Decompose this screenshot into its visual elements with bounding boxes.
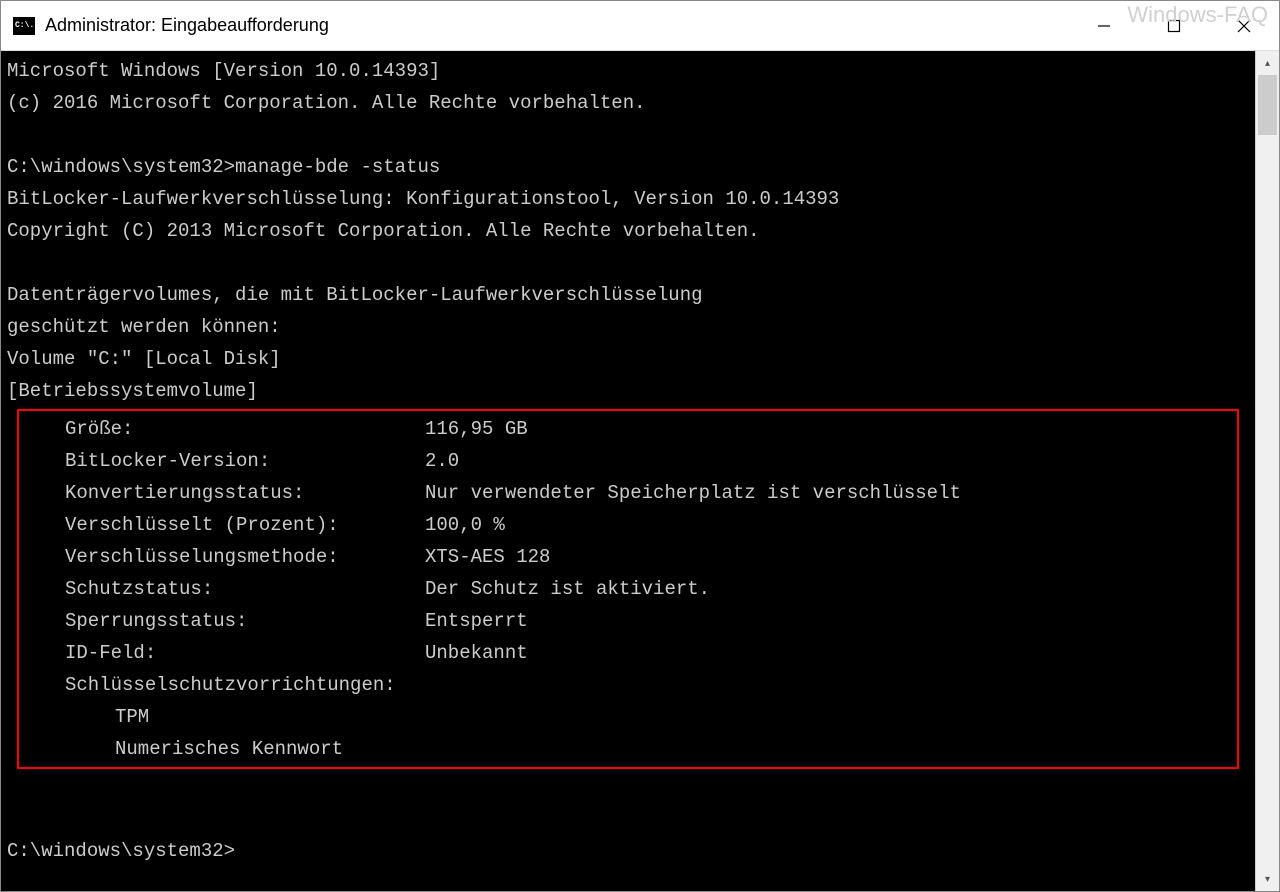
detail-value: Der Schutz ist aktiviert. xyxy=(425,573,710,605)
detail-label: Größe: xyxy=(25,413,425,445)
window-title: Administrator: Eingabeaufforderung xyxy=(45,15,1069,36)
vertical-scrollbar[interactable]: ▴ ▾ xyxy=(1255,51,1279,891)
banner-line-1: Microsoft Windows [Version 10.0.14393] xyxy=(7,60,440,82)
volume-info-2: geschützt werden können: xyxy=(7,316,281,338)
detail-label: Konvertierungsstatus: xyxy=(25,477,425,509)
volume-info-4: [Betriebssystemvolume] xyxy=(7,380,258,402)
protector-item: Numerisches Kennwort xyxy=(25,733,1231,765)
prompt-path: C:\windows\system32> xyxy=(7,840,235,862)
scroll-thumb[interactable] xyxy=(1258,75,1277,135)
detail-value: 2.0 xyxy=(425,445,459,477)
tool-banner-2: Copyright (C) 2013 Microsoft Corporation… xyxy=(7,220,760,242)
banner-line-2: (c) 2016 Microsoft Corporation. Alle Rec… xyxy=(7,92,646,114)
scroll-down-arrow-icon[interactable]: ▾ xyxy=(1256,867,1279,891)
command-prompt-window: C:\. Administrator: Eingabeaufforderung … xyxy=(0,0,1280,892)
cmd-icon: C:\. xyxy=(13,17,35,35)
prompt-command: manage-bde -status xyxy=(235,156,440,178)
detail-value: Nur verwendeter Speicherplatz ist versch… xyxy=(425,477,961,509)
detail-label: Verschlüsselungsmethode: xyxy=(25,541,425,573)
detail-label: Verschlüsselt (Prozent): xyxy=(25,509,425,541)
console-output[interactable]: Microsoft Windows [Version 10.0.14393] (… xyxy=(1,51,1255,891)
prompt-path: C:\windows\system32> xyxy=(7,156,235,178)
window-controls xyxy=(1069,1,1279,50)
scroll-track[interactable] xyxy=(1256,75,1279,867)
detail-value: Entsperrt xyxy=(425,605,528,637)
console-area: Microsoft Windows [Version 10.0.14393] (… xyxy=(1,51,1279,891)
detail-value: 100,0 % xyxy=(425,509,505,541)
close-icon xyxy=(1237,19,1251,33)
highlight-box: Größe:116,95 GBBitLocker-Version:2.0Konv… xyxy=(17,409,1239,769)
protector-item: TPM xyxy=(25,701,1231,733)
close-button[interactable] xyxy=(1209,1,1279,50)
maximize-icon xyxy=(1167,19,1181,33)
volume-info-3: Volume "C:" [Local Disk] xyxy=(7,348,281,370)
detail-value: 116,95 GB xyxy=(425,413,528,445)
detail-label: Sperrungsstatus: xyxy=(25,605,425,637)
detail-label: BitLocker-Version: xyxy=(25,445,425,477)
maximize-button[interactable] xyxy=(1139,1,1209,50)
minimize-button[interactable] xyxy=(1069,1,1139,50)
scroll-up-arrow-icon[interactable]: ▴ xyxy=(1256,51,1279,75)
detail-label: Schutzstatus: xyxy=(25,573,425,605)
tool-banner-1: BitLocker-Laufwerkverschlüsselung: Konfi… xyxy=(7,188,839,210)
protectors-label: Schlüsselschutzvorrichtungen: xyxy=(25,669,425,701)
detail-value: XTS-AES 128 xyxy=(425,541,550,573)
volume-info-1: Datenträgervolumes, die mit BitLocker-La… xyxy=(7,284,703,306)
minimize-icon xyxy=(1097,19,1111,33)
detail-value: Unbekannt xyxy=(425,637,528,669)
detail-label: ID-Feld: xyxy=(25,637,425,669)
titlebar[interactable]: C:\. Administrator: Eingabeaufforderung xyxy=(1,1,1279,51)
